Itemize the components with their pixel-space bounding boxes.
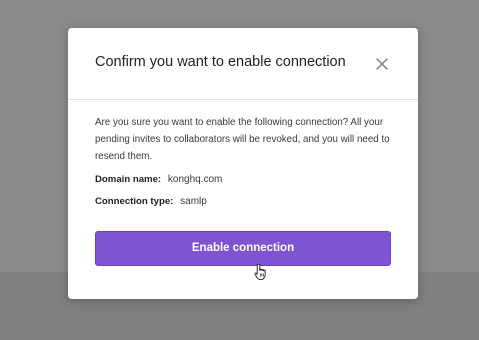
connection-type-label: Connection type: (95, 196, 174, 207)
domain-label: Domain name: (95, 174, 162, 185)
confirm-message: Are you sure you want to enable the foll… (95, 117, 390, 162)
confirm-dialog: Confirm you want to enable connection Ar… (68, 28, 418, 299)
hand-pointer-icon (254, 263, 266, 281)
connection-type-value: samlp (180, 196, 207, 207)
domain-value: konghq.com (167, 174, 223, 185)
dialog-header: Confirm you want to enable connection (68, 28, 418, 100)
domain-row: Domain name: konghq.com (95, 174, 222, 185)
close-button[interactable] (374, 56, 390, 72)
connection-type-row: Connection type: samlp (95, 196, 207, 207)
dialog-body: Are you sure you want to enable the foll… (95, 114, 397, 207)
close-icon (376, 58, 388, 70)
dialog-title: Confirm you want to enable connection (95, 54, 346, 70)
enable-connection-button[interactable]: Enable connection (95, 231, 391, 266)
